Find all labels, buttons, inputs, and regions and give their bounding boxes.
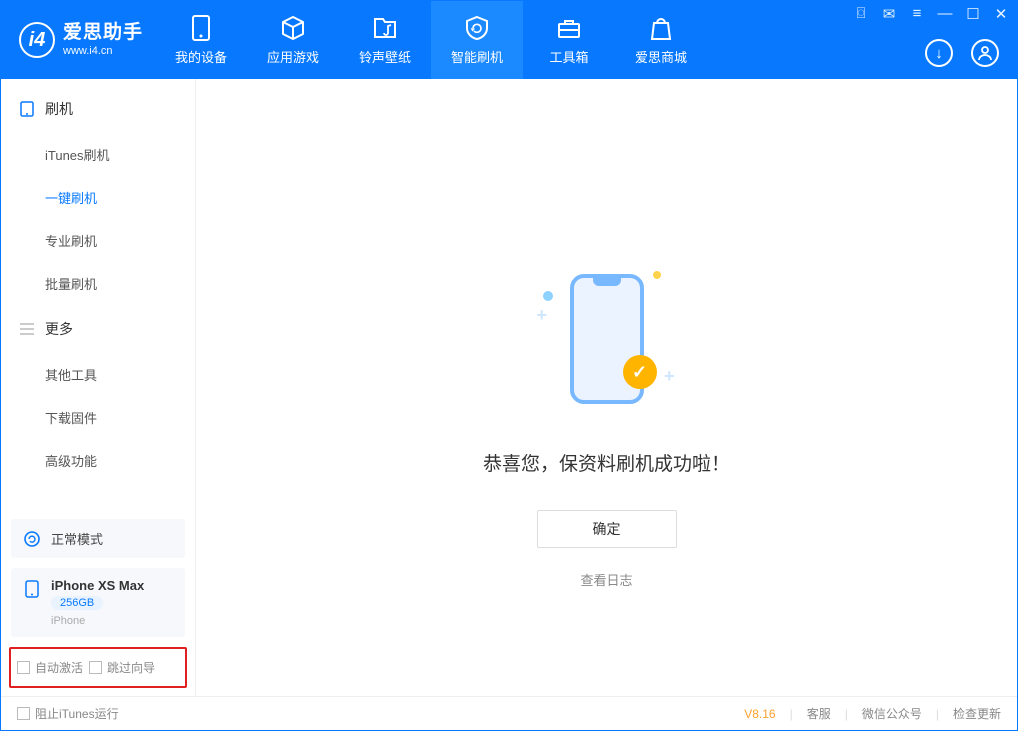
mode-status-card[interactable]: 正常模式 [11,519,185,558]
download-button[interactable]: ↓ [925,39,953,67]
tab-toolbox[interactable]: 工具箱 [523,1,615,79]
success-illustration: + + ✓ [527,259,687,419]
list-icon [19,321,35,337]
checkbox-icon [17,661,30,674]
device-type: iPhone [51,615,144,627]
checkbox-block-itunes[interactable]: 阻止iTunes运行 [17,705,119,722]
shirt-icon[interactable]: ⌼ [853,5,869,23]
tab-label: 智能刷机 [451,47,503,66]
checkbox-icon [17,707,30,720]
tab-my-device[interactable]: 我的设备 [155,1,247,79]
device-capacity: 256GB [51,596,103,610]
window-controls: ⌼ ✉ ≡ ― ☐ ✕ [853,5,1009,23]
shield-refresh-icon [464,15,490,41]
device-info: iPhone XS Max 256GB iPhone [51,578,144,627]
maximize-button[interactable]: ☐ [965,5,981,23]
checkbox-label: 跳过向导 [107,659,155,676]
highlight-options-box: 自动激活 跳过向导 [9,647,187,688]
tab-label: 工具箱 [550,47,589,66]
sidebar-item-onekey-flash[interactable]: 一键刷机 [1,176,195,219]
checkbox-label: 阻止iTunes运行 [35,705,119,722]
check-update-link[interactable]: 检查更新 [953,705,1001,722]
statusbar-right: V8.16 | 客服 | 微信公众号 | 检查更新 [744,705,1001,722]
checkbox-auto-activate[interactable]: 自动激活 [17,659,83,676]
checkbox-skip-guide[interactable]: 跳过向导 [89,659,155,676]
group-label: 更多 [45,319,73,339]
wechat-link[interactable]: 微信公众号 [862,705,922,722]
minimize-button[interactable]: ― [937,5,953,23]
menu-icon[interactable]: ≡ [909,5,925,23]
device-name: iPhone XS Max [51,578,144,593]
check-badge-icon: ✓ [623,355,657,389]
tab-label: 铃声壁纸 [359,47,411,66]
briefcase-icon [556,15,582,41]
logo-block: i4 爱思助手 www.i4.cn [1,1,155,79]
titlebar: i4 爱思助手 www.i4.cn 我的设备 应用游戏 铃声壁纸 智能刷机 [1,1,1017,79]
brand-url: www.i4.cn [63,45,143,58]
dot-icon [653,271,661,279]
success-message: 恭喜您，保资料刷机成功啦！ [483,449,730,476]
tab-label: 爱思商城 [635,47,687,66]
device-icon [188,15,214,41]
version-label: V8.16 [744,707,775,721]
refresh-icon [23,530,41,548]
cube-icon [280,15,306,41]
dot-icon [543,291,553,301]
logo-icon: i4 [19,22,55,58]
sidebar-item-other-tools[interactable]: 其他工具 [1,353,195,396]
ok-button[interactable]: 确定 [537,510,677,548]
body: 刷机 iTunes刷机 一键刷机 专业刷机 批量刷机 更多 其他工具 下载固件 … [1,79,1017,696]
sidebar-item-advanced[interactable]: 高级功能 [1,439,195,482]
main-content: + + ✓ 恭喜您，保资料刷机成功啦！ 确定 查看日志 [196,79,1017,696]
header-right-icons: ↓ [925,39,999,67]
statusbar-left: 阻止iTunes运行 [17,705,119,722]
phone-icon [23,580,41,598]
brand-name: 爱思助手 [63,22,143,45]
sidebar-footer: 正常模式 iPhone XS Max 256GB iPhone 自动激活 [1,519,195,696]
sparkle-icon: + [664,366,675,387]
sidebar-item-pro-flash[interactable]: 专业刷机 [1,219,195,262]
tab-label: 应用游戏 [267,47,319,66]
sidebar-item-itunes-flash[interactable]: iTunes刷机 [1,133,195,176]
separator: | [790,707,793,721]
sparkle-icon: + [537,305,548,326]
tab-store[interactable]: 爱思商城 [615,1,707,79]
sidebar-item-batch-flash[interactable]: 批量刷机 [1,262,195,305]
checkbox-label: 自动激活 [35,659,83,676]
group-label: 刷机 [45,99,73,119]
tablet-icon [19,101,35,117]
tab-label: 我的设备 [175,47,227,66]
customer-service-link[interactable]: 客服 [807,705,831,722]
statusbar: 阻止iTunes运行 V8.16 | 客服 | 微信公众号 | 检查更新 [1,696,1017,730]
separator: | [845,707,848,721]
close-button[interactable]: ✕ [993,5,1009,23]
tab-ringtone-wallpaper[interactable]: 铃声壁纸 [339,1,431,79]
view-log-link[interactable]: 查看日志 [580,570,632,589]
tab-apps-games[interactable]: 应用游戏 [247,1,339,79]
tab-smart-flash[interactable]: 智能刷机 [431,1,523,79]
music-folder-icon [372,15,398,41]
sidebar: 刷机 iTunes刷机 一键刷机 专业刷机 批量刷机 更多 其他工具 下载固件 … [1,79,196,696]
sidebar-item-download-firmware[interactable]: 下载固件 [1,396,195,439]
user-button[interactable] [971,39,999,67]
separator: | [936,707,939,721]
sidebar-group-more: 更多 [1,305,195,353]
brand: 爱思助手 www.i4.cn [63,22,143,58]
checkbox-icon [89,661,102,674]
sidebar-nav: 刷机 iTunes刷机 一键刷机 专业刷机 批量刷机 更多 其他工具 下载固件 … [1,79,195,519]
sidebar-group-flash: 刷机 [1,85,195,133]
feedback-icon[interactable]: ✉ [881,5,897,23]
shopping-bag-icon [648,15,674,41]
device-card[interactable]: iPhone XS Max 256GB iPhone [11,568,185,637]
mode-label: 正常模式 [51,529,103,548]
app-window: i4 爱思助手 www.i4.cn 我的设备 应用游戏 铃声壁纸 智能刷机 [0,0,1018,731]
